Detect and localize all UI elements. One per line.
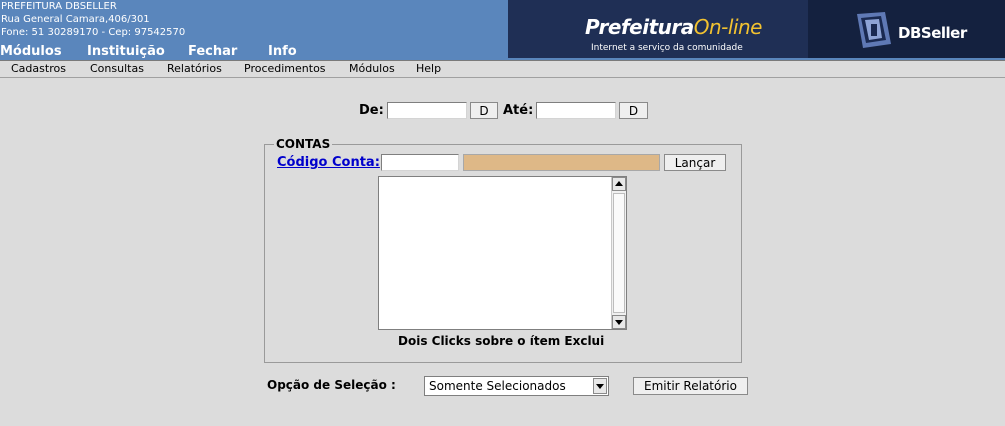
banner: PrefeituraOn-line Internet a serviço da … — [508, 0, 1005, 58]
topnav-instituicao[interactable]: Instituição — [87, 44, 165, 60]
codigo-conta-input[interactable] — [381, 154, 459, 171]
conta-description-field — [463, 154, 660, 171]
chevron-down-icon[interactable] — [593, 378, 607, 394]
list-scrollbar[interactable] — [611, 177, 626, 329]
menu-item-procedimentos[interactable]: Procedimentos — [244, 61, 326, 76]
menu-item-relatorios[interactable]: Relatórios — [167, 61, 222, 76]
menu-item-consultas[interactable]: Consultas — [90, 61, 144, 76]
list-hint: Dois Clicks sobre o ítem Exclui — [398, 334, 605, 348]
lancar-button[interactable]: Lançar — [664, 154, 726, 171]
dbseller-brand-name: DBSeller — [898, 24, 967, 42]
date-to-picker-button[interactable]: D — [619, 102, 648, 119]
organization-contact: Fone: 51 30289170 - Cep: 97542570 — [1, 27, 186, 38]
date-from-label: De: — [359, 103, 384, 118]
menu-bar-divider — [0, 77, 1005, 78]
organization-info: PREFEITURA DBSELLER Rua General Camara,4… — [1, 0, 185, 39]
selected-contas-list[interactable] — [378, 176, 627, 330]
organization-name: PREFEITURA DBSELLER — [1, 1, 117, 12]
header: PREFEITURA DBSELLER Rua General Camara,4… — [0, 0, 1005, 60]
organization-address: Rua General Camara,406/301 — [1, 14, 150, 25]
selection-option-value: Somente Selecionados — [429, 379, 566, 393]
topnav-fechar[interactable]: Fechar — [188, 44, 237, 60]
banner-title-highlight: On-line — [693, 15, 763, 39]
banner-title-main: Prefeitura — [585, 15, 694, 39]
topnav-info[interactable]: Info — [268, 44, 297, 60]
banner-subtitle: Internet a serviço da comunidade — [591, 43, 743, 53]
date-from-input[interactable] — [387, 102, 467, 119]
codigo-conta-link[interactable]: Código Conta: — [277, 155, 380, 170]
emitir-relatorio-button[interactable]: Emitir Relatório — [633, 377, 748, 395]
menu-item-help[interactable]: Help — [416, 61, 441, 76]
selection-option-select[interactable]: Somente Selecionados — [424, 376, 609, 396]
scroll-thumb[interactable] — [613, 193, 625, 313]
topnav-modulos[interactable]: Módulos — [0, 44, 62, 60]
dbseller-logo-icon — [857, 12, 891, 48]
scroll-up-icon[interactable] — [612, 177, 626, 191]
banner-title: PrefeituraOn-line — [585, 15, 762, 39]
date-from-picker-button[interactable]: D — [470, 102, 498, 119]
date-to-input[interactable] — [536, 102, 616, 119]
menu-bar: Cadastros Consultas Relatórios Procedime… — [0, 61, 1005, 78]
selection-option-label: Opção de Seleção : — [267, 378, 396, 392]
date-to-label: Até: — [503, 103, 534, 118]
menu-item-cadastros[interactable]: Cadastros — [11, 61, 66, 76]
scroll-down-icon[interactable] — [612, 315, 626, 329]
contas-legend: CONTAS — [276, 137, 331, 151]
menu-item-modulos[interactable]: Módulos — [349, 61, 395, 76]
